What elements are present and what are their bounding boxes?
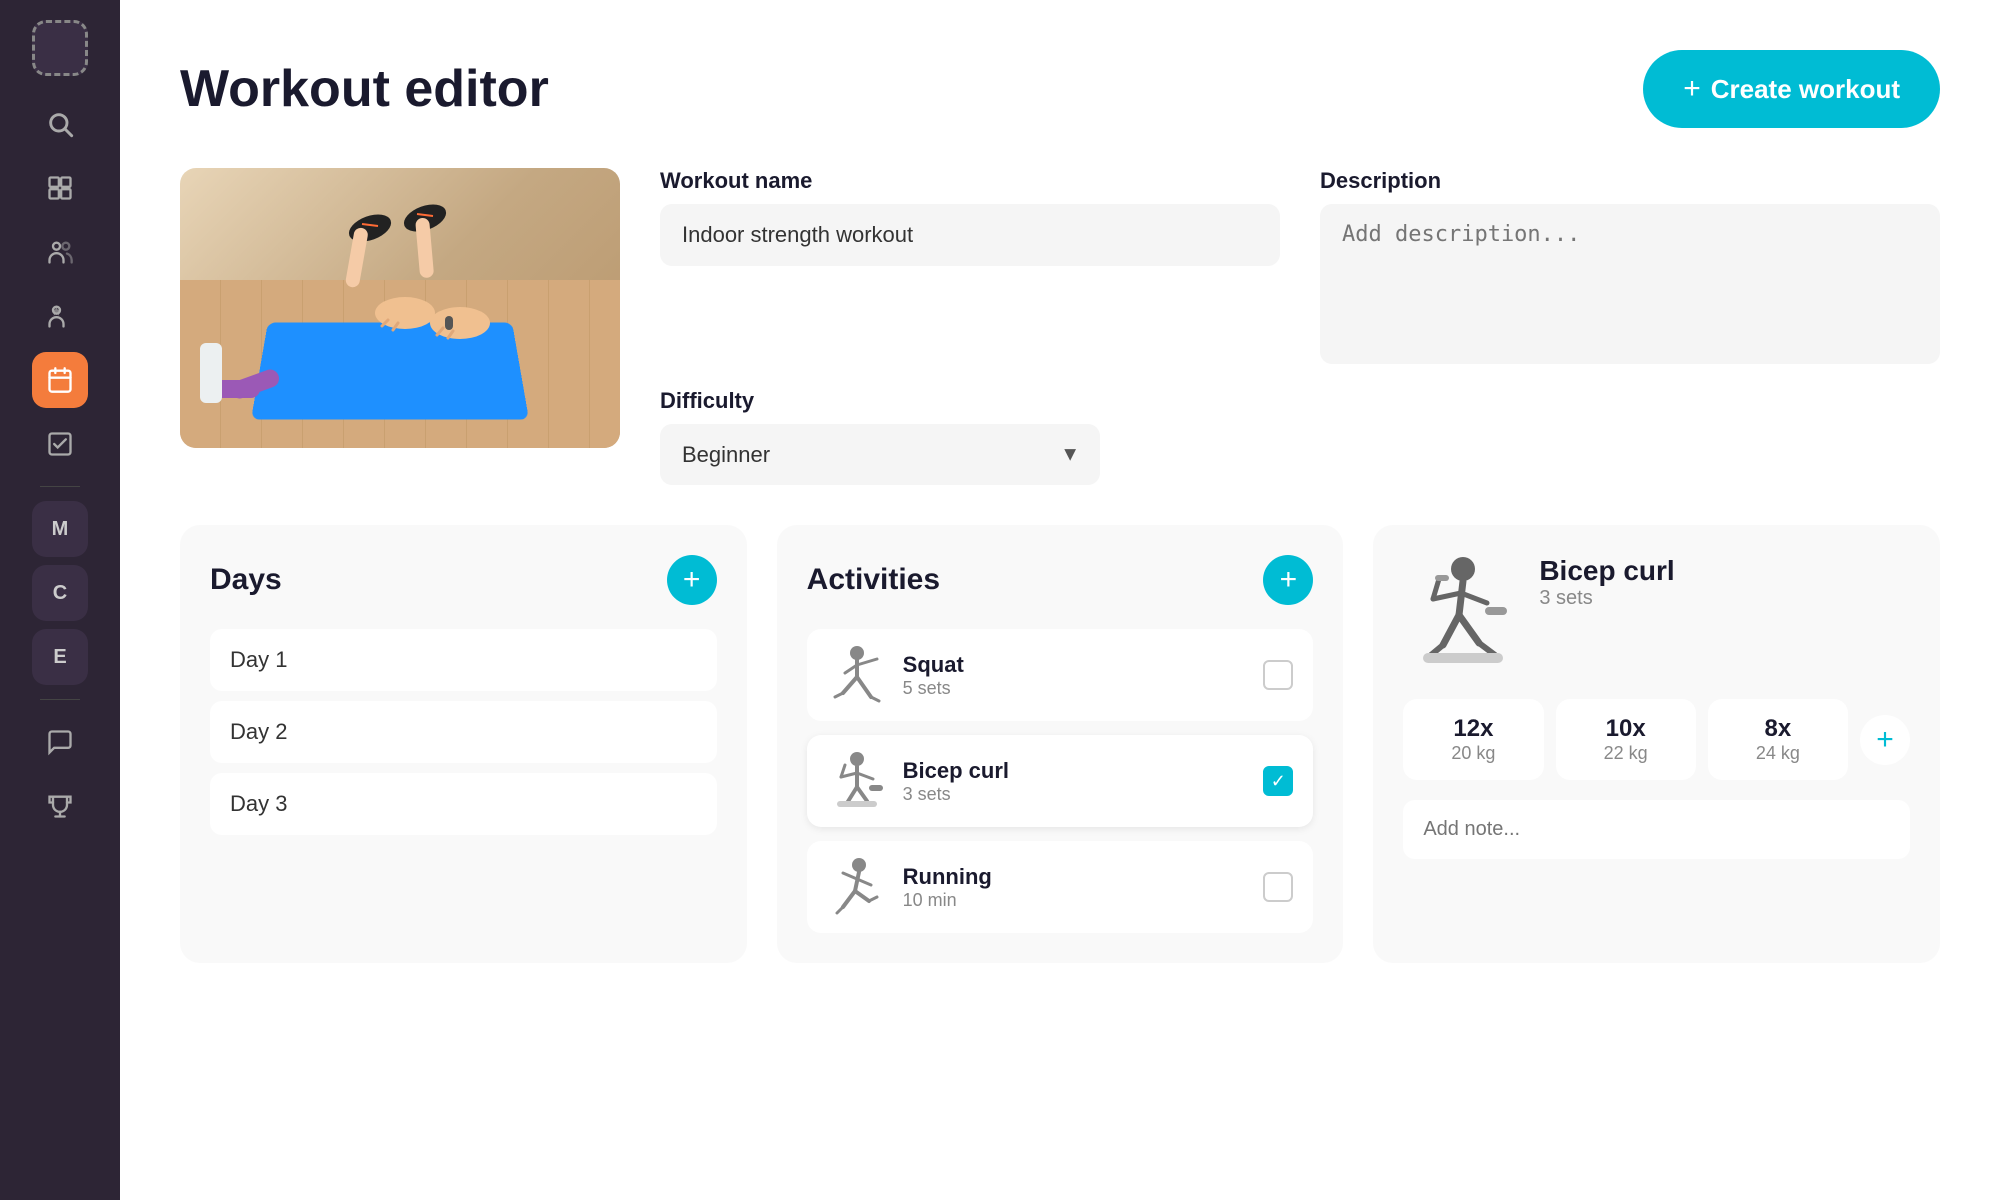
bicep-checkbox[interactable]: ✓ [1263, 766, 1293, 796]
detail-figure [1403, 555, 1523, 675]
sidebar-divider-2 [40, 699, 80, 700]
squat-info: Squat 5 sets [903, 652, 1248, 699]
day-item[interactable]: Day 3 [210, 773, 717, 835]
sidebar-item-E[interactable]: E [32, 629, 88, 685]
squat-detail: 5 sets [903, 678, 1248, 699]
bicep-figure [827, 751, 887, 811]
exercise-sets: 3 sets [1539, 587, 1674, 610]
detail-info: Bicep curl 3 sets [1539, 555, 1674, 610]
day-list: Day 1 Day 2 Day 3 [210, 629, 717, 835]
note-input[interactable] [1403, 800, 1910, 859]
squat-name: Squat [903, 652, 1248, 678]
add-set-button[interactable]: + [1860, 715, 1910, 765]
workout-form: Workout name Description Difficulty Begi… [180, 168, 1940, 485]
difficulty-select[interactable]: Beginner Intermediate Advanced [660, 424, 1100, 485]
create-workout-button[interactable]: + Create workout [1643, 50, 1940, 128]
days-panel: Days + Day 1 Day 2 Day 3 [180, 525, 747, 963]
difficulty-select-wrapper: Beginner Intermediate Advanced ▼ [660, 424, 1100, 485]
page-title: Workout editor [180, 59, 549, 119]
set-1-reps: 12x [1417, 715, 1529, 743]
workout-image [180, 168, 620, 448]
description-input[interactable] [1320, 204, 1940, 364]
detail-panel: Bicep curl 3 sets 12x 20 kg 10x 22 kg 8x… [1373, 525, 1940, 963]
exercise-name: Bicep curl [1539, 555, 1674, 587]
sidebar-item-users[interactable] [32, 224, 88, 280]
bicep-info: Bicep curl 3 sets [903, 758, 1248, 805]
plus-icon: + [1683, 72, 1701, 106]
set-1-weight: 20 kg [1417, 743, 1529, 764]
sidebar-item-trophy[interactable] [32, 778, 88, 834]
difficulty-label: Difficulty [660, 388, 1100, 414]
sets-row: 12x 20 kg 10x 22 kg 8x 24 kg + [1403, 699, 1910, 780]
set-3-reps: 8x [1722, 715, 1834, 743]
sidebar-item-C[interactable]: C [32, 565, 88, 621]
main-content: Workout editor + Create workout [120, 0, 2000, 1200]
set-2-reps: 10x [1570, 715, 1682, 743]
activities-panel-header: Activities + [807, 555, 1314, 605]
days-panel-title: Days [210, 563, 282, 597]
water-bottle [200, 343, 222, 403]
running-detail: 10 min [903, 890, 1248, 911]
sidebar-item-starred[interactable] [32, 288, 88, 344]
workout-name-label: Workout name [660, 168, 1280, 194]
panels: Days + Day 1 Day 2 Day 3 Activities + [180, 525, 1940, 963]
activity-item-running[interactable]: Running 10 min [807, 841, 1314, 933]
detail-header: Bicep curl 3 sets [1403, 555, 1910, 675]
activity-item-bicep[interactable]: Bicep curl 3 sets ✓ [807, 735, 1314, 827]
squat-figure [827, 645, 887, 705]
activity-list: Squat 5 sets [807, 629, 1314, 933]
running-name: Running [903, 864, 1248, 890]
form-fields: Workout name Description Difficulty Begi… [660, 168, 1940, 485]
form-row-name-desc: Workout name Description [660, 168, 1940, 364]
set-card-1[interactable]: 12x 20 kg [1403, 699, 1543, 780]
sidebar-item-search[interactable] [32, 96, 88, 152]
description-group: Description [1320, 168, 1940, 364]
workout-name-input[interactable] [660, 204, 1280, 266]
sidebar-item-calendar[interactable] [32, 352, 88, 408]
sidebar-item-chat[interactable] [32, 714, 88, 770]
mat-scene [180, 168, 620, 448]
sidebar: M C E [0, 0, 120, 1200]
sidebar-divider [40, 486, 80, 487]
running-checkbox[interactable] [1263, 872, 1293, 902]
description-label: Description [1320, 168, 1940, 194]
sidebar-item-dashboard[interactable] [32, 160, 88, 216]
workout-name-group: Workout name [660, 168, 1280, 364]
activities-panel: Activities + [777, 525, 1344, 963]
days-panel-header: Days + [210, 555, 717, 605]
set-3-weight: 24 kg [1722, 743, 1834, 764]
bicep-name: Bicep curl [903, 758, 1248, 784]
page-header: Workout editor + Create workout [180, 50, 1940, 128]
activity-item-squat[interactable]: Squat 5 sets [807, 629, 1314, 721]
person-svg [260, 168, 540, 368]
create-workout-label: Create workout [1711, 74, 1900, 105]
set-2-weight: 22 kg [1570, 743, 1682, 764]
squat-checkbox[interactable] [1263, 660, 1293, 690]
add-activity-button[interactable]: + [1263, 555, 1313, 605]
running-figure [827, 857, 887, 917]
set-card-3[interactable]: 8x 24 kg [1708, 699, 1848, 780]
sidebar-item-checklist[interactable] [32, 416, 88, 472]
set-card-2[interactable]: 10x 22 kg [1556, 699, 1696, 780]
bicep-detail: 3 sets [903, 784, 1248, 805]
day-item[interactable]: Day 1 [210, 629, 717, 691]
app-logo[interactable] [32, 20, 88, 76]
activities-panel-title: Activities [807, 563, 940, 597]
difficulty-group: Difficulty Beginner Intermediate Advance… [660, 388, 1100, 485]
sidebar-item-M[interactable]: M [32, 501, 88, 557]
running-info: Running 10 min [903, 864, 1248, 911]
day-item[interactable]: Day 2 [210, 701, 717, 763]
add-day-button[interactable]: + [667, 555, 717, 605]
